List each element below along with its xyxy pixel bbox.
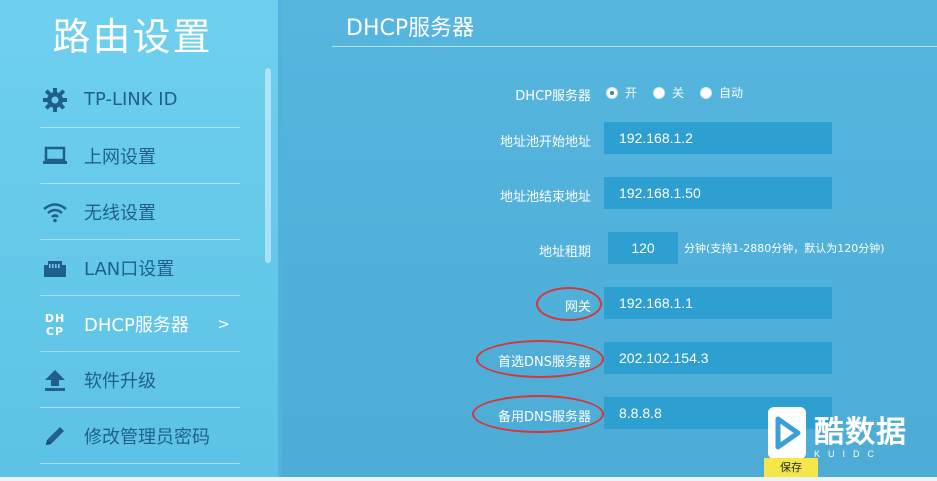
lan-port-icon [40,253,70,283]
lease-input[interactable]: 120 [608,232,678,264]
dns-secondary-highlight-ellipse [472,395,604,433]
page-title: DHCP服务器 [346,16,475,41]
sidebar-item-dhcp[interactable]: DH CP DHCP服务器 > [40,296,240,352]
sidebar-item-label: DHCP服务器 [84,314,189,336]
dns-primary-input[interactable]: 202.102.154.3 [604,342,832,374]
sidebar-item-label: 修改管理员密码 [84,426,210,448]
pool-end-label: 地址池结束地址 [499,190,591,205]
pool-start-input[interactable]: 192.168.1.2 [604,122,832,154]
pencil-icon [40,421,70,451]
svg-text:CP: CP [46,325,64,338]
wifi-icon [40,197,70,227]
radio-on-circle[interactable] [606,86,618,99]
dhcp-radio-group: 开 关 自动 [606,84,759,101]
dhcp-icon: DH CP [40,309,70,339]
pool-end-input[interactable]: 192.168.1.50 [604,177,832,209]
lease-label: 地址租期 [538,245,591,260]
gateway-highlight-ellipse [536,287,602,321]
sidebar-item-tplink-id[interactable]: TP-LINK ID [40,72,240,128]
upload-icon [40,365,70,395]
watermark-text: 酷数据 [814,415,907,450]
dhcp-server-label: DHCP服务器 [515,89,591,104]
gear-icon [40,85,70,115]
radio-auto-circle[interactable] [700,86,713,99]
chevron-right-icon: > [217,314,230,333]
laptop-icon [40,141,70,171]
sidebar-item-admin-password[interactable]: 修改管理员密码 [40,408,240,464]
sidebar-item-internet[interactable]: 上网设置 [40,128,240,184]
sidebar-item-label: 上网设置 [84,146,156,168]
sidebar-item-label: 无线设置 [84,202,156,224]
play-logo-icon [768,407,806,459]
sidebar-item-label: TP-LINK ID [84,89,178,110]
sidebar-item-label: 软件升级 [84,370,156,392]
svg-text:DH: DH [45,312,65,325]
title-divider [332,46,937,47]
sidebar-item-label: LAN口设置 [84,258,175,280]
dns-primary-highlight-ellipse [476,340,604,378]
radio-on-label: 开 [625,86,638,100]
sidebar: 路由设置 TP-LINK ID 上网设置 无线设置 LAN口设置 DH CP DH… [0,0,278,481]
sidebar-title: 路由设置 [52,15,213,59]
sidebar-item-wireless[interactable]: 无线设置 [40,184,240,240]
radio-auto-label: 自动 [719,86,744,100]
sidebar-item-upgrade[interactable]: 软件升级 [40,352,240,408]
sidebar-scrollbar[interactable] [265,68,271,263]
radio-off-circle[interactable] [653,86,666,99]
radio-on[interactable]: 开 [606,84,637,101]
sidebar-item-lan[interactable]: LAN口设置 [40,240,240,296]
radio-auto[interactable]: 自动 [700,84,743,101]
kuidc-watermark-logo: 酷数据 KUIDC [768,405,932,461]
radio-off-label: 关 [672,86,685,100]
save-button[interactable]: 保存 [764,458,818,478]
lease-hint: 分钟(支持1-2880分钟，默认为120分钟) [684,242,885,255]
bottom-strip [0,477,937,481]
gateway-input[interactable]: 192.168.1.1 [604,287,832,319]
radio-off[interactable]: 关 [653,84,684,101]
pool-start-label: 地址池开始地址 [499,135,591,150]
